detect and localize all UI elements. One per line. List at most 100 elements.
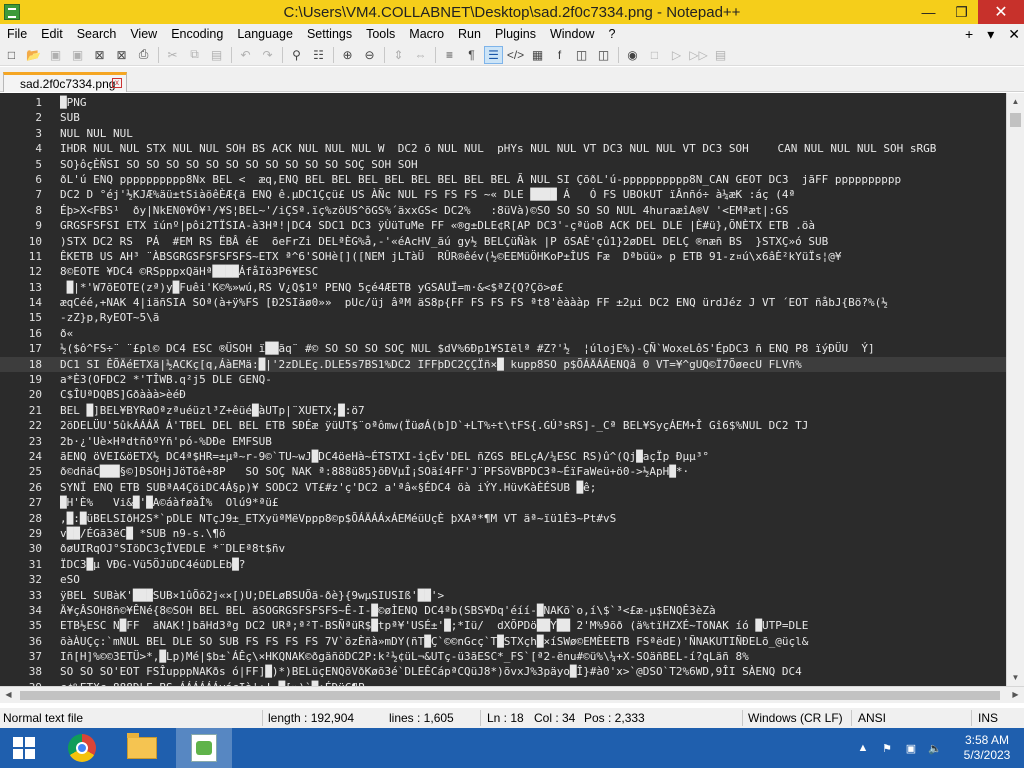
editor-line[interactable]: 33 ÿBEL SUBàK'███SUB×1ûÕõ2j«×[)U;DELøBSUÕ… — [0, 588, 1006, 603]
editor-line[interactable]: 13 █|*'W7õEOTE(zª)y█Fuêi'K©%»wú,RS V¿Q$1… — [0, 280, 1006, 295]
word-wrap-icon[interactable]: ≡ — [440, 46, 459, 64]
editor-line[interactable]: 7 DC2 D °éj'½KJÆ%äü±tSiàöêÈÆ{ä ENQ ê.µDC1… — [0, 187, 1006, 202]
restore-button[interactable]: ❐ — [945, 0, 978, 24]
redo-icon[interactable]: ↷ — [258, 46, 277, 64]
menu-tools[interactable]: Tools — [359, 27, 402, 41]
indent-guide-icon[interactable]: ☰ — [484, 45, 503, 64]
editor-line[interactable]: 18 DC1 SI ÊÕÄéETXä|½ACKç[q,ÁàEMä:█|'2zDLE… — [0, 356, 1006, 373]
doc-map-icon[interactable]: ▦ — [528, 46, 547, 64]
editor-line[interactable]: 12 8©EOTE ¥DC4 ©RSpppxQäHª████ÁfåIö3P6¥ES… — [0, 264, 1006, 279]
language-icon[interactable]: </> — [506, 46, 525, 64]
close-window-button[interactable]: ✕ — [978, 0, 1024, 24]
taskbar-notepad-plus-plus[interactable] — [176, 728, 232, 768]
volume-muted-icon[interactable]: 🔈 — [926, 742, 944, 755]
editor-line[interactable]: 21 BEL █]BEL¥BYRøOªzªuéüzl³Z+êüé█àUTp|¨XU… — [0, 403, 1006, 418]
editor-line[interactable]: 35 ETB½ESC N█FF äNAK!]bãHd3ªg DC2 URª;ª²T… — [0, 618, 1006, 633]
show-all-chars-icon[interactable]: ¶ — [462, 46, 481, 64]
function-list-icon[interactable]: f — [550, 46, 569, 64]
status-eol[interactable]: Windows (CR LF) — [748, 711, 843, 725]
editor-line[interactable]: 5 SO}ôçÈÑSI SO SO SO SO SO SO SO SO SO SO… — [0, 157, 1006, 172]
editor-line[interactable]: 38 SO SO SO'EOT FSÎupppNAKðs ó|FF]█)*)BEL… — [0, 664, 1006, 679]
editor-line[interactable]: 26 SYNÏ ENQ ETB SUBªA4ÇöiDC4Á§p)¥ SODC2 V… — [0, 480, 1006, 495]
start-button[interactable] — [0, 728, 48, 768]
editor-line[interactable]: 14 æqCéé,+NAK 4|iäñSIA SOª(à+ÿ%FS [Ð2SIäø… — [0, 295, 1006, 310]
action-center-flag-icon[interactable]: ⚑ — [878, 742, 896, 755]
editor-line[interactable]: 1 █PNG — [0, 95, 1006, 110]
menu-edit[interactable]: Edit — [34, 27, 70, 41]
editor-line[interactable]: 6 ðL'ú ENQ pppppppppp8Nx BEL < æq,ENQ BEL… — [0, 172, 1006, 187]
find-icon[interactable]: ⚲ — [287, 46, 306, 64]
editor-line[interactable]: 22 2öDELÜU'5ûkÁÁÁÄ Á'TBEL DEL BEL ETB SÐÉ… — [0, 418, 1006, 433]
menu-encoding[interactable]: Encoding — [164, 27, 230, 41]
vertical-scrollbar[interactable]: ▲ ▼ — [1006, 93, 1024, 686]
status-encoding[interactable]: ANSI — [858, 711, 886, 725]
menu-file[interactable]: File — [0, 27, 34, 41]
editor-line[interactable]: 4 IHDR NUL NUL STX NUL NUL SOH BS ACK NUL… — [0, 141, 1006, 156]
editor-line[interactable]: 9 GRGSFSFSI ETX ïúnº|pôi2TÏSIA-à3Hª!|DC4 … — [0, 218, 1006, 233]
editor-line[interactable]: 23 2b·¿'Uè×HªdtñðºYñ'pó-%DÐe EMFSUB — [0, 434, 1006, 449]
menu-language[interactable]: Language — [230, 27, 300, 41]
editor-line[interactable]: 27 █H'È% Vi&█'█A©áàføàÎ% Olú9*ªü£ — [0, 495, 1006, 510]
network-icon[interactable]: ▣ — [902, 742, 920, 755]
taskbar-file-explorer[interactable] — [114, 728, 170, 768]
close-document-icon[interactable]: ✕ — [1008, 26, 1020, 43]
monitoring-icon[interactable]: ◫ — [594, 46, 613, 64]
menu-search[interactable]: Search — [70, 27, 124, 41]
editor-line[interactable]: 11 ÊKETB US AH³ ¨ÀBSGRGSFSFSFSFS~ETX ª^6'… — [0, 249, 1006, 264]
editor-line[interactable]: 2 SUB — [0, 110, 1006, 125]
menu-view[interactable]: View — [123, 27, 164, 41]
scroll-right-arrow-icon[interactable]: ▶ — [1007, 687, 1024, 703]
open-file-icon[interactable]: 📂 — [24, 46, 43, 64]
sync-horizontal-icon[interactable]: ⇔ — [411, 46, 430, 64]
editor-area[interactable]: 1 █PNG 2 SUB 3 NUL NUL NUL 4 IHDR NUL NUL STX N… — [0, 93, 1024, 686]
tab-list-dropdown-icon[interactable]: ▾ — [987, 26, 994, 43]
sync-vertical-icon[interactable]: ⇕ — [389, 46, 408, 64]
minimize-button[interactable]: — — [912, 0, 945, 24]
replace-icon[interactable]: ☷ — [309, 46, 328, 64]
zoom-in-icon[interactable]: ⊕ — [338, 46, 357, 64]
editor-line[interactable]: 34 Ä¥çÂSOH8ñ©¥ÊNé{8©SOH BEL BEL ãSOGRGSFS… — [0, 603, 1006, 618]
save-all-icon[interactable]: ▣ — [68, 46, 87, 64]
scroll-down-arrow-icon[interactable]: ▼ — [1007, 669, 1024, 686]
save-macro-icon[interactable]: ▤ — [711, 46, 730, 64]
vertical-scroll-thumb[interactable] — [1010, 113, 1021, 127]
horizontal-scrollbar[interactable]: ◀ ▶ — [0, 686, 1024, 703]
taskbar-chrome[interactable] — [54, 728, 110, 768]
editor-line[interactable]: 29 v██/ÉGã3ëC█ *SUB n9-s.\¶ö — [0, 526, 1006, 541]
menu-macro[interactable]: Macro — [402, 27, 451, 41]
menu-settings[interactable]: Settings — [300, 27, 359, 41]
copy-icon[interactable]: ⧉ — [185, 46, 204, 64]
editor-line[interactable]: 32 eSO — [0, 572, 1006, 587]
editor-line[interactable]: 17 ½($ô^FS÷¨ ¨£pl© DC4 ESC ®ÜSOH ï██ãq¨ #… — [0, 341, 1006, 356]
editor-line[interactable]: 31 ÏDC3█µ VÐG-Vü5ÖJüDC4éüDLEb█? — [0, 557, 1006, 572]
editor-line[interactable]: 3 NUL NUL NUL — [0, 126, 1006, 141]
close-icon[interactable]: ⊠ — [90, 46, 109, 64]
editor-line[interactable]: 19 a*È3(OFDC2 *'TÎWB.q²j5 DLE GENQ- — [0, 372, 1006, 387]
tab-close-icon[interactable]: x — [112, 78, 122, 88]
scroll-left-arrow-icon[interactable]: ◀ — [0, 687, 17, 703]
editor-line[interactable]: 8 Éþ>X<FBS¹ ðy|NkEN0¥Ô¥¹/¥S¦BEL~'/iÇSª­.ï… — [0, 203, 1006, 218]
editor-line[interactable]: 15 -zZ}p,RyEOT~5\ã — [0, 310, 1006, 325]
new-file-icon[interactable]: □ — [2, 46, 21, 64]
editor-line[interactable]: 16 ð« — [0, 326, 1006, 341]
editor-line[interactable]: 20 C$ÎUªDQBS]Gðààà>èéÐ — [0, 387, 1006, 402]
save-icon[interactable]: ▣ — [46, 46, 65, 64]
editor-line[interactable]: 37 Iñ[H]%©©3ETÜ>*,█Lp)Mé|$b±`ÁÊç\×HKQNAK©… — [0, 649, 1006, 664]
run-macro-multiple-icon[interactable]: ▷▷ — [689, 46, 708, 64]
paste-icon[interactable]: ▤ — [207, 46, 226, 64]
document-tab[interactable]: sad.2f0c7334.png x — [3, 72, 127, 92]
menu-window[interactable]: Window — [543, 27, 601, 41]
horizontal-scroll-thumb[interactable] — [20, 691, 1000, 700]
zoom-out-icon[interactable]: ⊖ — [360, 46, 379, 64]
editor-line[interactable]: 10)STX DC2 RS PÁ #EM RS ËBÂ éE õeFrZi DE… — [0, 234, 1006, 249]
print-icon[interactable]: ⎙ — [134, 46, 153, 64]
editor-line[interactable]: 24 ãENQ öVEI&öETX½ DC4ª$HR=±µª~r-9©`TU~wJ… — [0, 449, 1006, 464]
record-macro-icon[interactable]: ◉ — [623, 46, 642, 64]
menu-plugins[interactable]: Plugins — [488, 27, 543, 41]
editor-line[interactable]: 28 ,█:█üBELSIðH2S*`pDLE NTçJ9±_ETXyüªMëVp… — [0, 511, 1006, 526]
status-insert-mode[interactable]: INS — [978, 711, 998, 725]
editor-line[interactable]: 30 ðøUIRqOJ°SIöDC3çÏVEDLE *¨DLEª8t$ñv — [0, 541, 1006, 556]
show-hidden-icons-icon[interactable]: ▲ — [854, 742, 872, 754]
close-all-icon[interactable]: ⊠ — [112, 46, 131, 64]
editor-line[interactable]: 25 ð©dñäC███§©]ÐSOHjJöTõê+8P SO SOÇ NAK ª… — [0, 464, 1006, 479]
